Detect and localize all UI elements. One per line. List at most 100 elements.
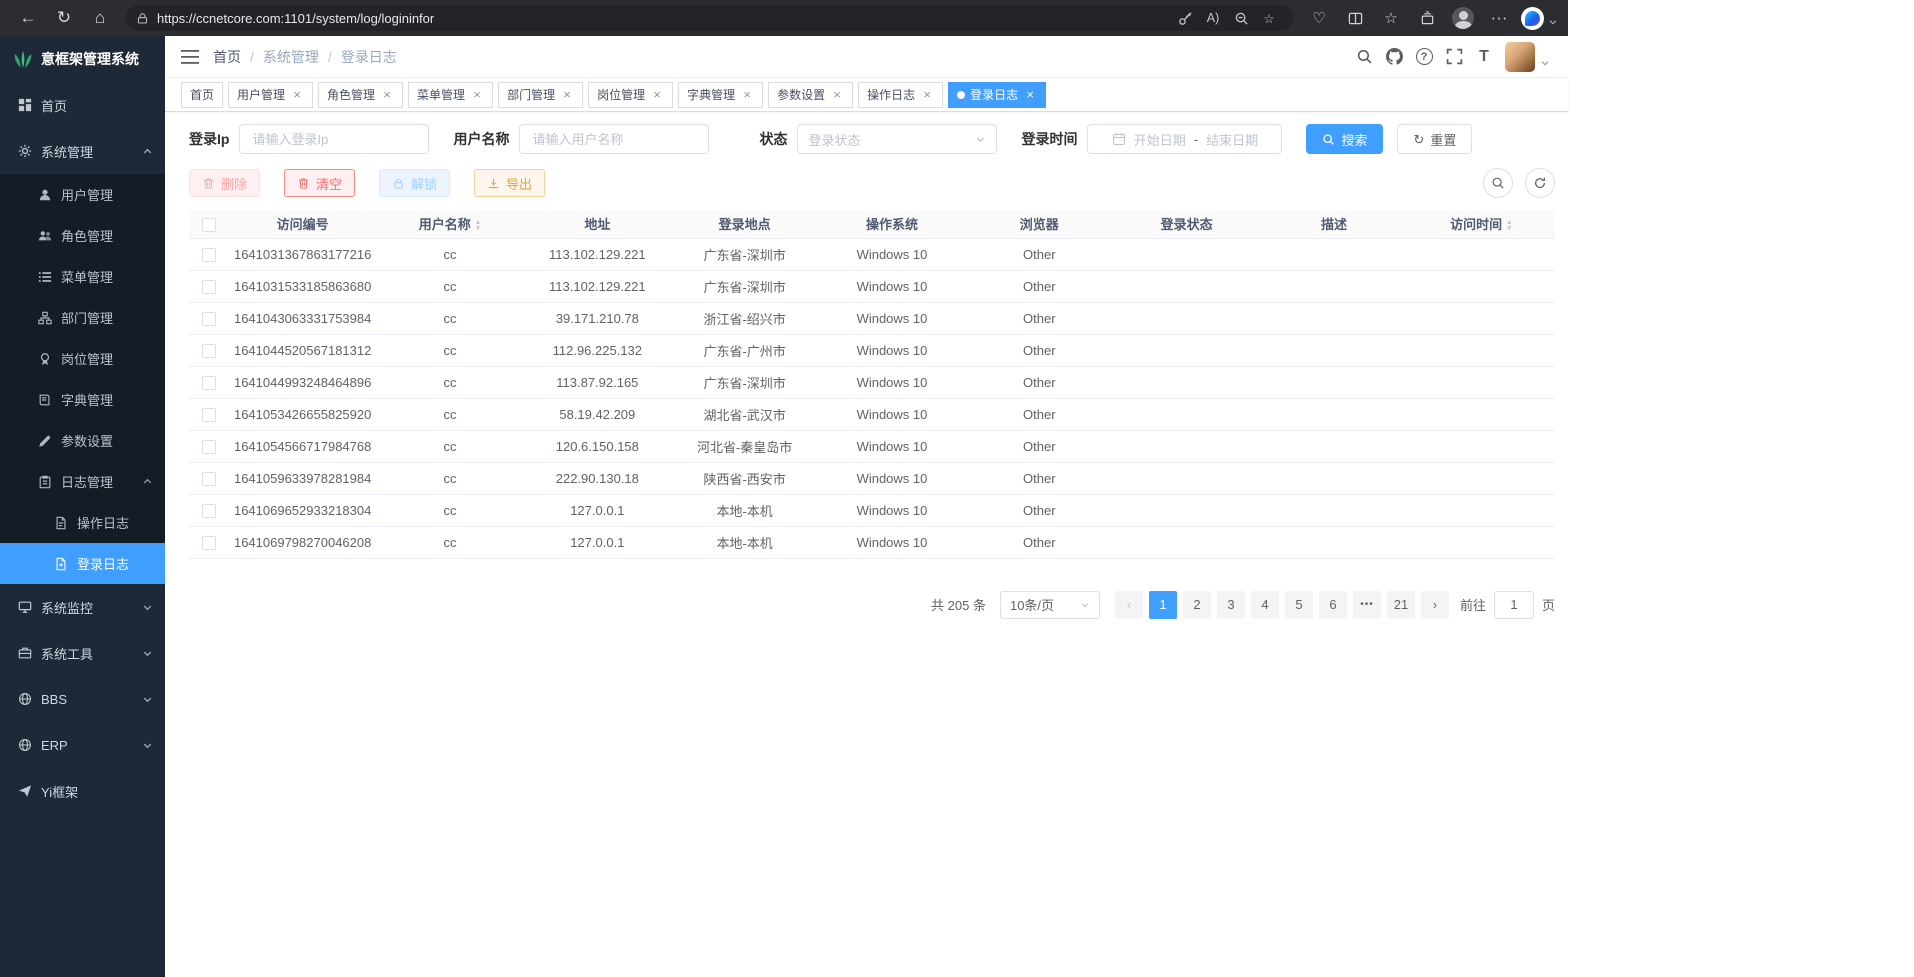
row-checkbox[interactable]: [202, 472, 216, 486]
row-checkbox[interactable]: [202, 440, 216, 454]
copilot-icon[interactable]: [1521, 7, 1544, 30]
font-size-icon[interactable]: T: [1469, 42, 1499, 72]
sidebar-toggle-icon[interactable]: [181, 50, 199, 64]
sidebar-item-system[interactable]: 系统管理: [0, 128, 165, 174]
help-icon[interactable]: ?: [1409, 42, 1439, 72]
page-button-3[interactable]: 3: [1217, 591, 1245, 619]
copilot-caret-icon[interactable]: [1548, 14, 1558, 32]
sidebar-item-erp[interactable]: ERP: [0, 722, 165, 768]
key-icon[interactable]: [1171, 7, 1199, 29]
row-checkbox[interactable]: [202, 536, 216, 550]
tab-home[interactable]: 首页: [181, 82, 223, 108]
tab-menu-mgmt[interactable]: 菜单管理×: [408, 82, 493, 108]
read-aloud-icon[interactable]: A): [1199, 7, 1227, 29]
login-ip-input[interactable]: [239, 124, 429, 154]
prev-page-button[interactable]: ‹: [1115, 591, 1143, 619]
app-logo[interactable]: 意框架管理系统: [0, 36, 165, 82]
header-search-icon[interactable]: [1349, 42, 1379, 72]
export-button[interactable]: 导出: [474, 169, 545, 197]
search-button[interactable]: 搜索: [1306, 124, 1383, 154]
col-user-name[interactable]: 用户名称▲▼: [376, 210, 523, 238]
page-button-6[interactable]: 6: [1319, 591, 1347, 619]
row-checkbox[interactable]: [202, 312, 216, 326]
fullscreen-icon[interactable]: [1439, 42, 1469, 72]
github-icon[interactable]: [1379, 42, 1409, 72]
row-checkbox[interactable]: [202, 344, 216, 358]
page-size-select[interactable]: 10条/页: [1000, 591, 1100, 619]
address-bar[interactable]: https://ccnetcore.com:1101/system/log/lo…: [126, 5, 1293, 31]
row-checkbox[interactable]: [202, 504, 216, 518]
close-icon[interactable]: ×: [830, 88, 844, 102]
sidebar-item-tools[interactable]: 系统工具: [0, 630, 165, 676]
page-button-2[interactable]: 2: [1183, 591, 1211, 619]
browser-essentials-icon[interactable]: ♡: [1301, 4, 1337, 32]
site-info-icon[interactable]: [136, 12, 149, 25]
close-icon[interactable]: ×: [290, 88, 304, 102]
sidebar-item-dict-mgmt[interactable]: 字典管理: [0, 379, 165, 420]
next-page-button[interactable]: ›: [1421, 591, 1449, 619]
row-checkbox[interactable]: [202, 408, 216, 422]
tab-login-log[interactable]: 登录日志×: [948, 82, 1046, 108]
collections-icon[interactable]: [1409, 4, 1445, 32]
back-icon[interactable]: ←: [10, 4, 46, 32]
close-icon[interactable]: ×: [650, 88, 664, 102]
login-time-range-picker[interactable]: 开始日期 - 结束日期: [1087, 124, 1282, 154]
sidebar-item-yi-framework[interactable]: Yi框架: [0, 768, 165, 814]
reset-button[interactable]: ↻ 重置: [1397, 124, 1472, 154]
close-icon[interactable]: ×: [380, 88, 394, 102]
tab-operation-log[interactable]: 操作日志×: [858, 82, 943, 108]
row-checkbox[interactable]: [202, 280, 216, 294]
col-visit-time[interactable]: 访问时间▲▼: [1408, 210, 1555, 238]
tab-post-mgmt[interactable]: 岗位管理×: [588, 82, 673, 108]
close-icon[interactable]: ×: [470, 88, 484, 102]
sidebar-item-user-mgmt[interactable]: 用户管理: [0, 174, 165, 215]
row-checkbox[interactable]: [202, 376, 216, 390]
sidebar-item-post-mgmt[interactable]: 岗位管理: [0, 338, 165, 379]
status-select[interactable]: 登录状态: [797, 124, 997, 154]
close-icon[interactable]: ×: [740, 88, 754, 102]
favorite-add-icon[interactable]: ☆: [1255, 7, 1283, 29]
reload-icon[interactable]: ↻: [46, 4, 82, 32]
settings-more-icon[interactable]: ···: [1481, 4, 1517, 32]
page-button-5[interactable]: 5: [1285, 591, 1313, 619]
sidebar-item-menu-mgmt[interactable]: 菜单管理: [0, 256, 165, 297]
tab-role-mgmt[interactable]: 角色管理×: [318, 82, 403, 108]
sidebar-item-login-log[interactable]: 登录日志: [0, 543, 165, 584]
favorites-icon[interactable]: ☆: [1373, 4, 1409, 32]
close-icon[interactable]: ×: [920, 88, 934, 102]
sidebar-item-role-mgmt[interactable]: 角色管理: [0, 215, 165, 256]
close-icon[interactable]: ×: [1023, 88, 1037, 102]
delete-button[interactable]: 删除: [189, 169, 260, 197]
sidebar-item-log-mgmt[interactable]: 日志管理: [0, 461, 165, 502]
row-checkbox[interactable]: [202, 248, 216, 262]
goto-page-input[interactable]: [1494, 591, 1534, 619]
browser-home-icon[interactable]: ⌂: [82, 4, 118, 32]
page-button-4[interactable]: 4: [1251, 591, 1279, 619]
breadcrumb-home[interactable]: 首页: [213, 47, 241, 67]
user-name-input[interactable]: [519, 124, 709, 154]
sidebar-item-bbs[interactable]: BBS: [0, 676, 165, 722]
tab-user-mgmt[interactable]: 用户管理×: [228, 82, 313, 108]
clear-button[interactable]: 清空: [284, 169, 355, 197]
user-avatar[interactable]: [1505, 42, 1535, 72]
sidebar-item-operation-log[interactable]: 操作日志: [0, 502, 165, 543]
sidebar-item-home[interactable]: 首页: [0, 82, 165, 128]
sidebar-item-monitor[interactable]: 系统监控: [0, 584, 165, 630]
sidebar-item-dept-mgmt[interactable]: 部门管理: [0, 297, 165, 338]
close-icon[interactable]: ×: [560, 88, 574, 102]
search-toggle-button[interactable]: [1483, 168, 1513, 198]
avatar-caret-icon[interactable]: [1540, 58, 1550, 68]
refresh-table-button[interactable]: [1525, 168, 1555, 198]
zoom-out-icon[interactable]: [1227, 7, 1255, 29]
breadcrumb-system[interactable]: 系统管理: [263, 47, 319, 67]
page-button-21[interactable]: 21: [1387, 591, 1415, 619]
tab-dept-mgmt[interactable]: 部门管理×: [498, 82, 583, 108]
split-screen-icon[interactable]: [1337, 4, 1373, 32]
unlock-button[interactable]: 解锁: [379, 169, 450, 197]
more-pages-button[interactable]: •••: [1353, 591, 1381, 619]
tab-dict-mgmt[interactable]: 字典管理×: [678, 82, 763, 108]
select-all-checkbox[interactable]: [202, 218, 216, 232]
sidebar-item-param-settings[interactable]: 参数设置: [0, 420, 165, 461]
tab-param-settings[interactable]: 参数设置×: [768, 82, 853, 108]
page-button-1[interactable]: 1: [1149, 591, 1177, 619]
